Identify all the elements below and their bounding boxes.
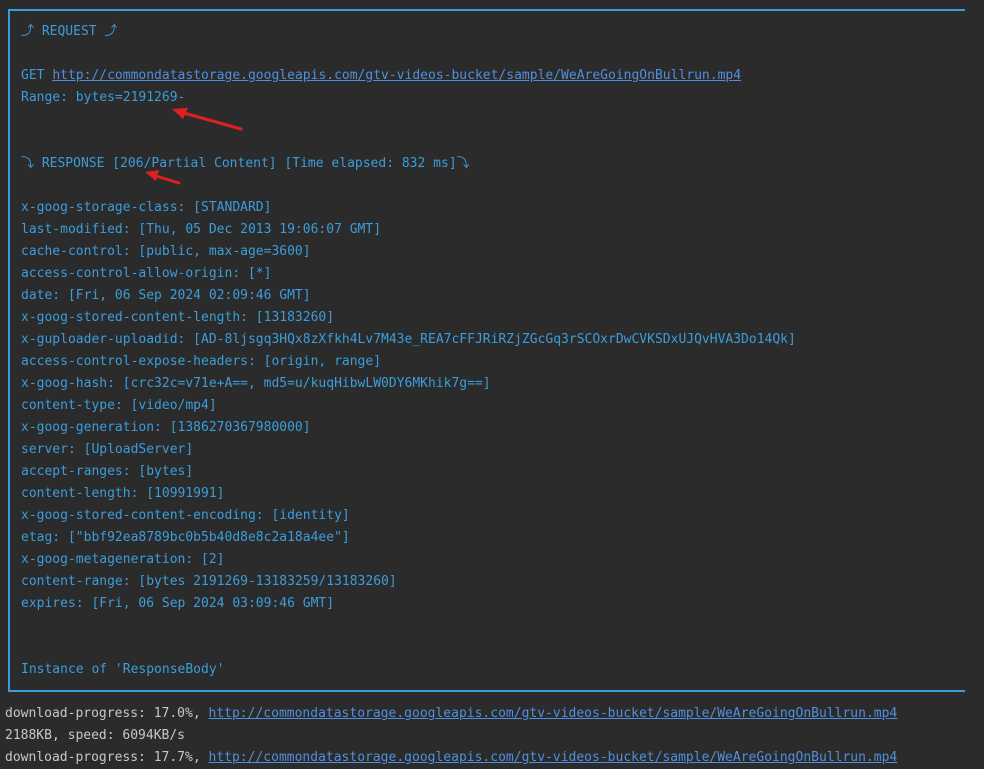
response-header-line: x-goog-storage-class: [STANDARD] <box>21 200 272 215</box>
response-header-line: etag: ["bbf92ea8789bc0b5b40d8e8c2a18a4ee… <box>21 530 350 545</box>
response-header-line: content-length: [10991991] <box>21 486 225 501</box>
box-bottom-border <box>8 690 965 692</box>
response-body-row: Instance of 'ResponseBody' <box>0 659 225 681</box>
console-line-prefix: 2188KB, speed: 6094KB/s <box>5 728 186 743</box>
request-title-row: ⤴ REQUEST ⤴ <box>0 21 117 43</box>
console-line-prefix: download-progress: 17.7%, <box>5 750 209 765</box>
response-header-line: date: [Fri, 06 Sep 2024 02:09:46 GMT] <box>21 288 311 303</box>
console-line-text: download-progress: 17.7%, http://commond… <box>5 747 897 769</box>
annotation-arrow-status <box>145 170 181 185</box>
response-header-line: cache-control: [public, max-age=3600] <box>21 244 311 259</box>
response-header-line: x-goog-metageneration: [2] <box>21 552 225 567</box>
response-header-line: content-range: [bytes 2191269-13183259/1… <box>21 574 397 589</box>
request-line-row: GET http://commondatastorage.googleapis.… <box>0 65 741 87</box>
response-header-line: x-goog-stored-content-length: [13183260] <box>21 310 335 325</box>
response-header-line: accept-ranges: [bytes] <box>21 464 194 479</box>
response-header-line: x-goog-generation: [1386270367980000] <box>21 420 311 435</box>
request-title: ⤴ REQUEST ⤴ <box>21 24 118 39</box>
response-title: ⤵ RESPONSE [206/Partial Content] [Time e… <box>21 156 470 171</box>
response-header-line: server: [UploadServer] <box>21 442 194 457</box>
request-line: GET http://commondatastorage.googleapis.… <box>21 65 741 87</box>
response-header-line: expires: [Fri, 06 Sep 2024 03:09:46 GMT] <box>21 596 335 611</box>
annotation-arrow-range <box>172 108 243 131</box>
console-line-prefix: download-progress: 17.0%, <box>5 706 209 721</box>
response-header-line: x-goog-stored-content-encoding: [identit… <box>21 508 350 523</box>
response-header-line: access-control-allow-origin: [*] <box>21 266 272 281</box>
console-line-text: download-progress: 17.0%, http://commond… <box>5 703 897 725</box>
box-top-border <box>8 9 965 11</box>
console-line-text: 2188KB, speed: 6094KB/s <box>5 725 185 747</box>
console-url-link[interactable]: http://commondatastorage.googleapis.com/… <box>209 750 898 765</box>
response-header-line: last-modified: [Thu, 05 Dec 2013 19:06:0… <box>21 222 382 237</box>
request-range: Range: bytes=2191269- <box>21 90 186 105</box>
console-url-link[interactable]: http://commondatastorage.googleapis.com/… <box>209 706 898 721</box>
response-header-line: x-goog-hash: [crc32c=v71e+A==, md5=u/kuq… <box>21 376 491 391</box>
response-header-line: x-guploader-uploadid: [AD-8ljsgq3HQx8zXf… <box>21 332 796 347</box>
request-url-link[interactable]: http://commondatastorage.googleapis.com/… <box>52 68 741 83</box>
response-header-line: content-type: [video/mp4] <box>21 398 217 413</box>
response-title-row: ⤵ RESPONSE [206/Partial Content] [Time e… <box>0 153 470 175</box>
request-method: GET <box>21 68 45 83</box>
request-range-row: Range: bytes=2191269- <box>0 87 185 109</box>
response-header-line: access-control-expose-headers: [origin, … <box>21 354 382 369</box>
response-body-note: Instance of 'ResponseBody' <box>21 662 225 677</box>
